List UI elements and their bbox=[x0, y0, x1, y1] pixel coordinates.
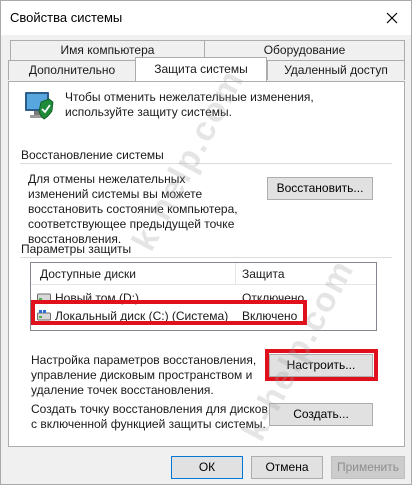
window-title: Свойства системы bbox=[10, 10, 123, 25]
column-divider bbox=[235, 263, 236, 285]
title-bar[interactable]: Свойства системы bbox=[1, 1, 411, 35]
system-drive-icon bbox=[37, 310, 51, 321]
close-button[interactable] bbox=[381, 7, 403, 29]
column-header-disks[interactable]: Доступные диски bbox=[40, 267, 136, 281]
disk-row[interactable]: Новый том (D:) Отключено bbox=[31, 289, 376, 306]
cancel-button[interactable]: Отмена bbox=[251, 456, 323, 479]
disk-status: Включено bbox=[242, 309, 298, 323]
list-header: Доступные диски Защита bbox=[31, 263, 376, 285]
tab-remote[interactable]: Удаленный доступ bbox=[267, 60, 405, 80]
disk-name: Локальный диск (C:) (Система) bbox=[55, 309, 229, 323]
apply-button[interactable]: Применить bbox=[331, 456, 405, 479]
create-button[interactable]: Создать... bbox=[269, 403, 373, 426]
disk-status: Отключено bbox=[242, 291, 305, 305]
system-properties-window: Свойства системы Имя компьютера Оборудов… bbox=[0, 0, 412, 485]
protection-separator bbox=[20, 257, 392, 258]
protection-section-title: Параметры защиты bbox=[21, 242, 132, 256]
disk-row[interactable]: Локальный диск (C:) (Система) Включено bbox=[31, 307, 376, 324]
configure-description: Настройка параметров восстановления, упр… bbox=[31, 353, 257, 397]
computer-shield-icon bbox=[25, 92, 54, 120]
intro-text: Чтобы отменить нежелательные изменения, … bbox=[65, 90, 314, 119]
close-icon bbox=[386, 12, 398, 24]
restore-description: Для отмены нежелательных изменений систе… bbox=[28, 172, 238, 246]
disk-name: Новый том (D:) bbox=[55, 291, 139, 305]
create-description: Создать точку восстановления для дисков … bbox=[31, 402, 268, 431]
tab-advanced[interactable]: Дополнительно bbox=[8, 60, 136, 80]
ok-button[interactable]: ОК bbox=[171, 456, 243, 479]
disk-list[interactable]: Доступные диски Защита Новый том (D:) От… bbox=[30, 262, 377, 331]
configure-button[interactable]: Настроить... bbox=[269, 354, 373, 377]
tab-system-protection[interactable]: Защита системы bbox=[135, 57, 267, 81]
drive-icon bbox=[37, 293, 51, 303]
column-header-protection[interactable]: Защита bbox=[242, 267, 285, 281]
restore-button[interactable]: Восстановить... bbox=[267, 177, 373, 200]
restore-section-title: Восстановление системы bbox=[21, 148, 164, 162]
